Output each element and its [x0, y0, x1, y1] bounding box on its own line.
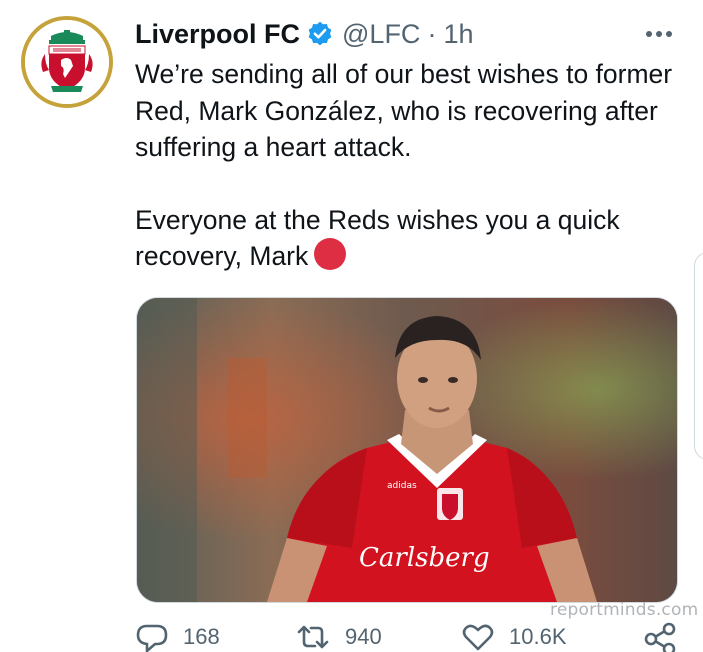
retweet-icon [297, 625, 329, 649]
reply-button[interactable]: 168 [135, 622, 220, 652]
tweet-actions-bar: 168 940 10.6K [135, 622, 695, 652]
separator-dot: · [427, 18, 437, 49]
shirt-sponsor-text: Carlsberg [359, 543, 490, 573]
heart-icon [462, 624, 494, 651]
share-button[interactable] [643, 622, 677, 652]
retweet-count: 940 [345, 624, 382, 649]
user-handle[interactable]: @LFC [342, 19, 420, 50]
watermark-text: reportminds.com [550, 600, 699, 620]
reply-count: 168 [183, 624, 220, 649]
player-photo-icon: adidas Carlsberg [137, 298, 677, 602]
share-icon [644, 622, 676, 652]
tweet-paragraph-2: Everyone at the Reds wishes you a quick … [135, 202, 675, 275]
reply-bubble-icon [136, 624, 168, 652]
more-dots-icon [646, 31, 672, 37]
red-circle-emoji-icon [314, 238, 347, 270]
tweet-paragraph-1: We’re sending all of our best wishes to … [135, 59, 673, 162]
tweet-timestamp[interactable]: 1h [443, 19, 473, 50]
tweet-header: Liverpool FC @LFC · 1h [135, 16, 473, 52]
liverpool-crest-icon [25, 20, 109, 104]
shirt-brand-text: adidas [387, 481, 417, 491]
tweet-text: We’re sending all of our best wishes to … [135, 56, 675, 275]
verified-badge-icon [306, 20, 334, 48]
retweet-button[interactable]: 940 [295, 622, 382, 652]
side-card-edge [694, 252, 703, 460]
like-button[interactable]: 10.6K [461, 622, 567, 652]
tweet-paragraph-2-text: Everyone at the Reds wishes you a quick … [135, 204, 620, 272]
more-options-button[interactable] [642, 22, 676, 46]
like-count: 10.6K [509, 624, 567, 649]
profile-avatar[interactable] [21, 16, 113, 108]
display-name[interactable]: Liverpool FC [135, 19, 300, 50]
tweet-media-photo[interactable]: adidas Carlsberg [136, 297, 678, 603]
